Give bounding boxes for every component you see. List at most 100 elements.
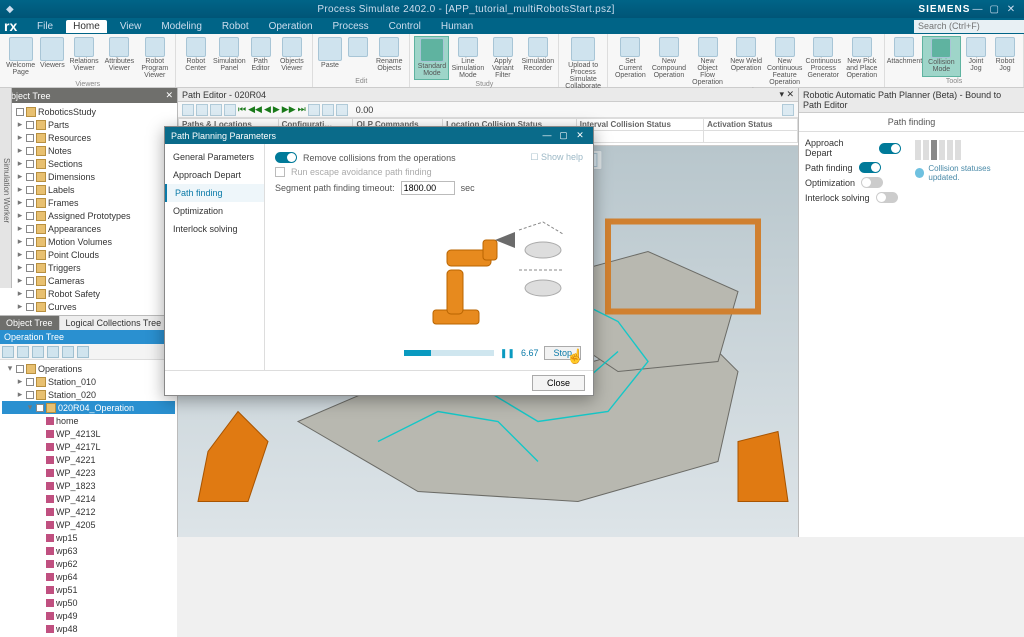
rbtn-robot-jog[interactable]: Robot Jog [991,36,1019,77]
tree-node[interactable]: ▸Frames [2,196,175,209]
simulation-worker-tab[interactable]: Simulation Worker [0,88,12,288]
pe-tool[interactable] [182,104,194,116]
dlg-tab-interlock[interactable]: Interlock solving [165,220,264,238]
rbtn-upload-collaborate[interactable]: Upload to Process Simulate Collaborate [563,36,603,91]
tree-node[interactable]: ▸Notes [2,144,175,157]
menu-control[interactable]: Control [382,20,428,33]
toggle-remove-collisions[interactable] [275,152,297,163]
tree-node[interactable]: ▸Sections [2,157,175,170]
tree-node[interactable]: WP_4214 [2,492,175,505]
timeout-input[interactable] [401,181,455,195]
toggle-interlock[interactable] [876,192,898,203]
rbtn-simulation-panel[interactable]: Simulation Panel [213,36,245,84]
dialog-nav[interactable]: General Parameters Approach Depart Path … [165,144,265,370]
rp-row-approach[interactable]: Approach Depart [805,136,901,160]
rbtn-welcome-page[interactable]: Welcome Page [4,36,37,80]
tree-node[interactable]: ▸Resources [2,131,175,144]
rbtn-new-compound-op[interactable]: New Compound Operation [651,36,688,87]
pe-col[interactable]: Activation Status [704,119,798,131]
tree-node[interactable]: wp64 [2,570,175,583]
tree-node[interactable]: ▾Operations [2,362,175,375]
menu-operation[interactable]: Operation [262,20,320,33]
rbtn-simulation-recorder[interactable]: Simulation Recorder [521,36,554,80]
tree-node[interactable]: ▸Station_020 [2,388,175,401]
path-editor-toolbar[interactable]: ⏮ ◀◀ ◀ ▶ ▶▶ ⏭ 0.00 [178,102,798,118]
dlg-tab-pathfinding[interactable]: Path finding [165,184,264,202]
tree-node[interactable]: ▸Motion Volumes [2,235,175,248]
rbtn-apply-variant-filter[interactable]: Apply Variant Filter [486,36,519,80]
operation-tree-toolbar[interactable] [0,344,177,360]
dialog-maximize-icon[interactable]: ▢ [556,130,570,141]
tree-node[interactable]: WP_4221 [2,453,175,466]
stop-button[interactable]: Stop ☝️ [544,346,581,360]
menu-robot[interactable]: Robot [215,20,256,33]
tree-node[interactable]: ▸Cameras [2,274,175,287]
rbtn-robot-center[interactable]: Robot Center [180,36,211,84]
rbtn-robot-program-viewer[interactable]: Robot Program Viewer [138,36,171,80]
tree-node[interactable]: home [2,414,175,427]
rbtn-continuous-process-gen[interactable]: Continuous Process Generator [805,36,842,87]
search-input[interactable] [914,20,1024,33]
rbtn-new-pick-place-op[interactable]: New Pick and Place Operation [844,36,881,87]
tab-logical-collections[interactable]: Logical Collections Tree [60,316,169,330]
optool-1[interactable] [2,346,14,358]
rbtn-paste[interactable]: Paste [317,36,343,77]
pe-tool[interactable] [210,104,222,116]
tree-node[interactable]: WP_4213L [2,427,175,440]
toggle-pathfinding[interactable] [859,162,881,173]
escape-checkbox[interactable] [275,167,285,177]
rp-row-optimization[interactable]: Optimization [805,175,901,190]
menu-home[interactable]: Home [66,20,107,33]
rbtn-attachment[interactable]: Attachment [889,36,920,77]
dlg-tab-optimization[interactable]: Optimization [165,202,264,220]
pe-tool[interactable] [224,104,236,116]
rbtn-path-editor[interactable]: Path Editor [247,36,273,84]
pe-step-back-icon[interactable]: ◀ [264,104,271,115]
tree-node[interactable]: WP_1823 [2,479,175,492]
dialog-titlebar[interactable]: Path Planning Parameters — ▢ ✕ [165,127,593,144]
toggle-optimization[interactable] [861,177,883,188]
tab-object-tree[interactable]: Object Tree [0,316,60,330]
rbtn-edit-small[interactable] [345,36,371,77]
pe-tool[interactable] [336,104,348,116]
pe-step-fwd-icon[interactable]: ▶▶ [282,104,296,115]
menu-human[interactable]: Human [434,20,480,33]
menu-file[interactable]: File [30,20,60,33]
tree-node[interactable]: ▸RoboticsStudy [2,105,175,118]
minimize-button[interactable]: — [970,4,984,15]
rp-row-interlock[interactable]: Interlock solving [805,190,901,205]
rp-row-pathfinding[interactable]: Path finding [805,160,901,175]
optool-6[interactable] [77,346,89,358]
rbtn-attributes-viewer[interactable]: Attributes Viewer [103,36,136,80]
menu-process[interactable]: Process [326,20,376,33]
pe-rewind-icon[interactable]: ◀◀ [248,104,262,115]
tree-node[interactable]: ▸Parts [2,118,175,131]
menu-view[interactable]: View [113,20,149,33]
optool-2[interactable] [17,346,29,358]
rbtn-collision-mode[interactable]: Collision Mode [922,36,961,77]
pe-skip-last-icon[interactable]: ⏭ [298,104,306,115]
tree-node[interactable]: wp15 [2,531,175,544]
toggle-approach[interactable] [879,143,901,154]
tree-node[interactable]: WP_4223 [2,466,175,479]
tree-node[interactable]: ▾020R04_Operation [2,401,175,414]
dialog-close-icon[interactable]: ✕ [573,130,587,141]
tree-node[interactable]: wp62 [2,557,175,570]
rbtn-objects-viewer[interactable]: Objects Viewer [276,36,308,84]
pe-tool[interactable] [322,104,334,116]
optool-4[interactable] [47,346,59,358]
menu-modeling[interactable]: Modeling [154,20,209,33]
tree-node[interactable]: WP_4212 [2,505,175,518]
tree-node[interactable]: ▸Station_010 [2,375,175,388]
object-tree-close-icon[interactable]: ✕ [165,90,173,101]
show-help-label[interactable]: Show help [541,152,583,162]
rbtn-new-continuous-feature-op[interactable]: New Continuous Feature Operation [766,36,803,87]
rbtn-relations-viewer[interactable]: Relations Viewer [67,36,100,80]
operation-tree[interactable]: ▾Operations▸Station_010▸Station_020▾020R… [0,360,177,637]
pe-skip-first-icon[interactable]: ⏮ [238,104,246,115]
tree-node[interactable]: ▸Labels [2,183,175,196]
pe-play-icon[interactable]: ▶ [273,104,280,115]
tree-node[interactable]: wp63 [2,544,175,557]
close-button[interactable]: Close [532,375,585,391]
rbtn-set-current-op[interactable]: Set Current Operation [612,36,649,87]
